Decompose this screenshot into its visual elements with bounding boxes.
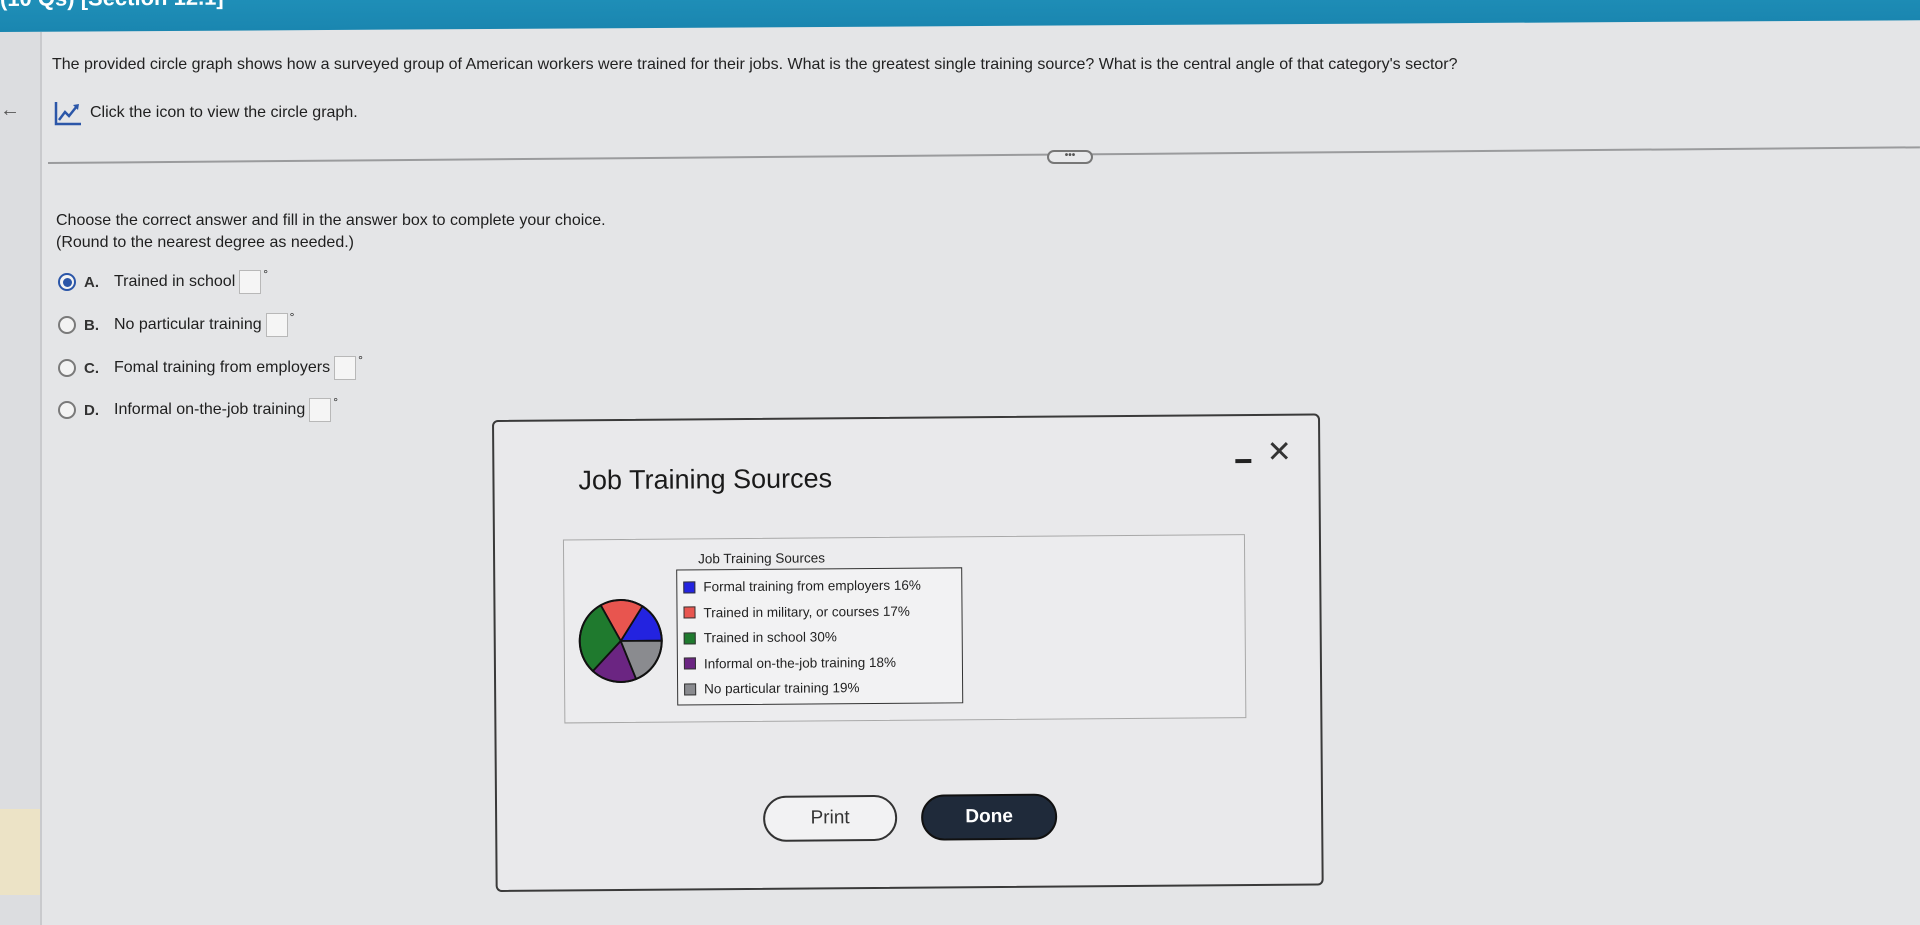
degree-symbol: ° (358, 353, 363, 367)
legend-item: Trained in school 30% (683, 623, 956, 651)
expand-button[interactable]: ••• (1047, 150, 1093, 164)
degree-symbol: ° (333, 395, 339, 409)
choice-label: Informal on-the-job training (114, 401, 306, 418)
choice-d[interactable]: D. Informal on-the-job training ° (58, 395, 339, 422)
legend-swatch (684, 683, 697, 696)
legend-title: Job Training Sources (698, 550, 825, 567)
choice-letter: D. (84, 401, 99, 419)
legend-label: Trained in military, or courses 17% (703, 603, 910, 621)
degree-symbol: ° (263, 267, 269, 281)
choice-letter: C. (84, 359, 99, 377)
degree-symbol: ° (289, 310, 295, 324)
pie-chart (578, 598, 663, 683)
radio-b[interactable] (58, 316, 76, 334)
legend-item: Informal on-the-job training 18% (683, 649, 956, 677)
minimize-icon[interactable] (1232, 448, 1254, 470)
legend-label: Trained in school 30% (703, 629, 837, 646)
print-button[interactable]: Print (762, 794, 898, 842)
left-rail: ← (0, 32, 42, 925)
legend-item: Trained in military, or courses 17% (683, 598, 955, 626)
radio-d[interactable] (58, 401, 76, 419)
answer-input-d[interactable] (309, 398, 332, 422)
rail-highlight (0, 809, 40, 895)
legend-label: Formal training from employers 16% (703, 577, 921, 595)
radio-c[interactable] (58, 359, 76, 377)
choice-label: Fomal training from employers (114, 359, 331, 376)
choice-c[interactable]: C. Fomal training from employers ° (58, 353, 363, 380)
radio-a[interactable] (58, 273, 76, 291)
chart-icon[interactable] (54, 100, 82, 126)
legend-swatch (683, 606, 696, 619)
legend-label: No particular training 19% (704, 680, 860, 697)
view-graph-link[interactable]: Click the icon to view the circle graph. (54, 100, 358, 126)
instructions-line-2: (Round to the nearest degree as needed.) (56, 234, 354, 251)
collapse-icon[interactable]: ← (0, 98, 22, 122)
choice-letter: B. (84, 316, 99, 334)
instructions: Choose the correct answer and fill in th… (56, 210, 606, 254)
legend-item: No particular training 19% (684, 674, 956, 702)
assignment-title: (10 Qs) [Section 12.1] (0, 0, 224, 12)
view-graph-label[interactable]: Click the icon to view the circle graph. (90, 104, 358, 122)
choice-label: No particular training (114, 316, 262, 333)
done-button[interactable]: Done (920, 793, 1058, 841)
legend-swatch (683, 657, 696, 670)
legend-swatch (683, 632, 696, 645)
answer-input-b[interactable] (265, 313, 288, 337)
graph-dialog: Job Training Sources ✕ Job Training Sour… (492, 413, 1324, 892)
choice-label: Trained in school (114, 273, 236, 290)
legend-label: Informal on-the-job training 18% (703, 654, 897, 672)
instructions-line-1: Choose the correct answer and fill in th… (56, 212, 606, 229)
answer-input-a[interactable] (239, 270, 262, 294)
legend-swatch (683, 581, 696, 594)
choice-b[interactable]: B. No particular training ° (58, 310, 295, 337)
legend: Formal training from employers 16% Traine… (676, 567, 964, 706)
choice-letter: A. (84, 273, 99, 291)
top-banner: (10 Qs) [Section 12.1] (0, 0, 1920, 33)
answer-input-c[interactable] (334, 356, 357, 380)
question-text: The provided circle graph shows how a su… (52, 56, 1458, 73)
pie-chart-frame: Job Training Sources Formal training fro… (562, 534, 1247, 724)
dialog-title: Job Training Sources (578, 463, 833, 496)
section-divider (47, 146, 1920, 164)
legend-item: Formal training from employers 16% (683, 572, 955, 600)
choice-a[interactable]: A. Trained in school ° (58, 267, 269, 294)
close-icon[interactable]: ✕ (1264, 436, 1294, 469)
